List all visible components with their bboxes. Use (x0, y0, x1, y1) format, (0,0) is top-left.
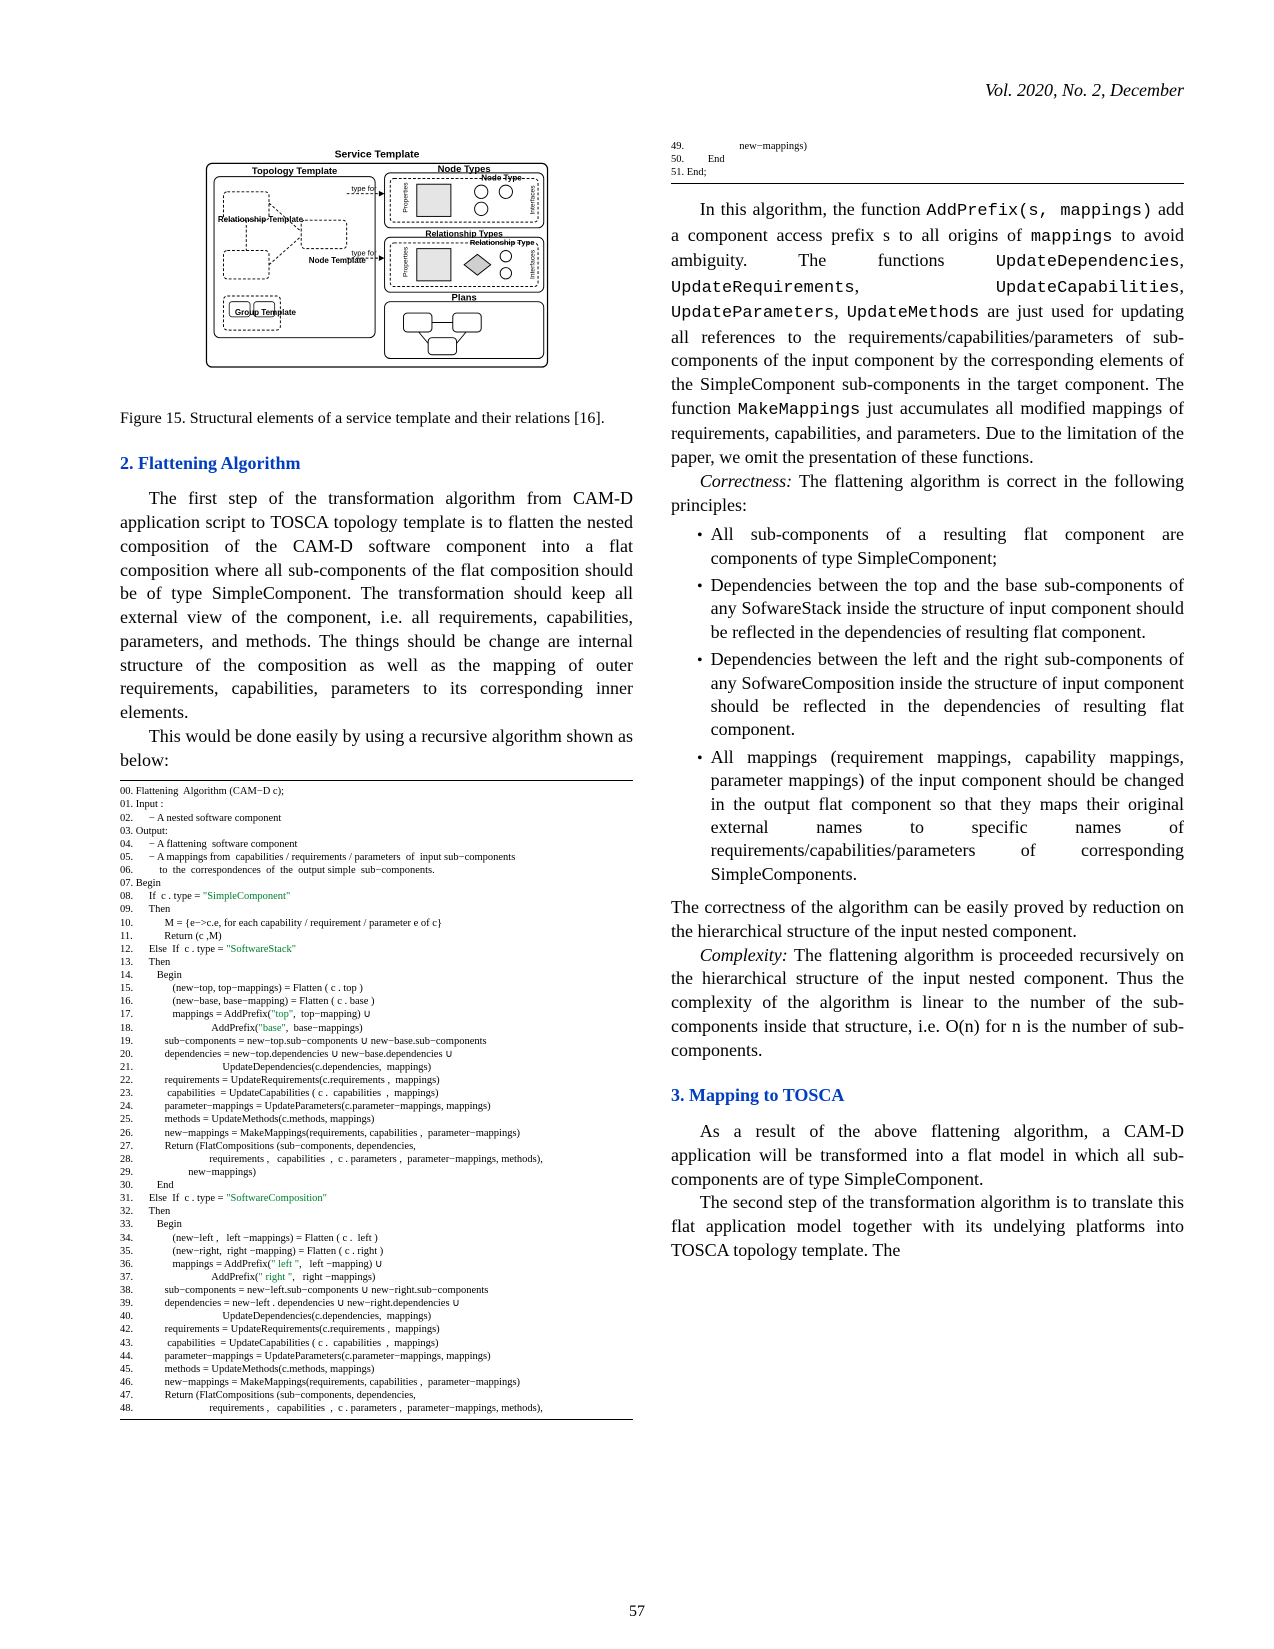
svg-text:Node Type: Node Type (481, 173, 522, 182)
svg-text:Topology Template: Topology Template (251, 166, 336, 177)
journal-header: Vol. 2020, No. 2, December (985, 80, 1184, 101)
bullet-item: Dependencies between the left and the ri… (711, 648, 1184, 742)
paragraph-5: As a result of the above flattening algo… (671, 1120, 1184, 1191)
paragraph-2: This would be done easily by using a rec… (120, 725, 633, 773)
correctness-bullets: All sub-components of a resulting flat c… (671, 523, 1184, 886)
svg-text:Interfaces: Interfaces (529, 249, 536, 279)
correctness-paragraph: Correctness: The flattening algorithm is… (671, 470, 1184, 518)
svg-text:Properties: Properties (402, 246, 409, 277)
svg-text:Plans: Plans (451, 293, 476, 304)
paragraph-3: In this algorithm, the function AddPrefi… (671, 198, 1184, 469)
paragraph-1: The first step of the transformation alg… (120, 487, 633, 725)
service-template-diagram: Service Template Topology Template Relat… (197, 140, 557, 380)
svg-text:type for: type for (351, 248, 377, 257)
svg-text:Relationship Type: Relationship Type (469, 238, 534, 247)
complexity-paragraph: Complexity: The flattening algorithm is … (671, 944, 1184, 1063)
paragraph-6: The second step of the transformation al… (671, 1191, 1184, 1262)
paragraph-4: The correctness of the algorithm can be … (671, 896, 1184, 944)
algorithm-listing-part2: 49. new−mappings) 50. End 51. End; (671, 140, 1184, 184)
svg-text:Interfaces: Interfaces (529, 185, 536, 215)
figure-caption: Figure 15. Structural elements of a serv… (120, 409, 633, 430)
svg-text:Properties: Properties (402, 182, 409, 213)
section-2-heading: 2. Flattening Algorithm (120, 452, 633, 476)
section-3-heading: 3. Mapping to TOSCA (671, 1084, 1184, 1108)
svg-text:Relationship Types: Relationship Types (425, 228, 503, 238)
figure-15: Service Template Topology Template Relat… (120, 140, 633, 397)
algorithm-listing-part1: 00. Flattening Algorithm (CAM−D c); 01. … (120, 780, 633, 1420)
svg-text:Group Template: Group Template (234, 308, 296, 317)
bullet-item: All mappings (requirement mappings, capa… (711, 746, 1184, 886)
page-content: Service Template Topology Template Relat… (120, 140, 1184, 1610)
svg-text:Relationship Template: Relationship Template (217, 215, 303, 224)
label-service-template: Service Template (334, 150, 419, 161)
svg-text:type for: type for (351, 184, 377, 193)
page-number: 57 (629, 1603, 645, 1621)
bullet-item: Dependencies between the top and the bas… (711, 574, 1184, 644)
bullet-item: All sub-components of a resulting flat c… (711, 523, 1184, 570)
